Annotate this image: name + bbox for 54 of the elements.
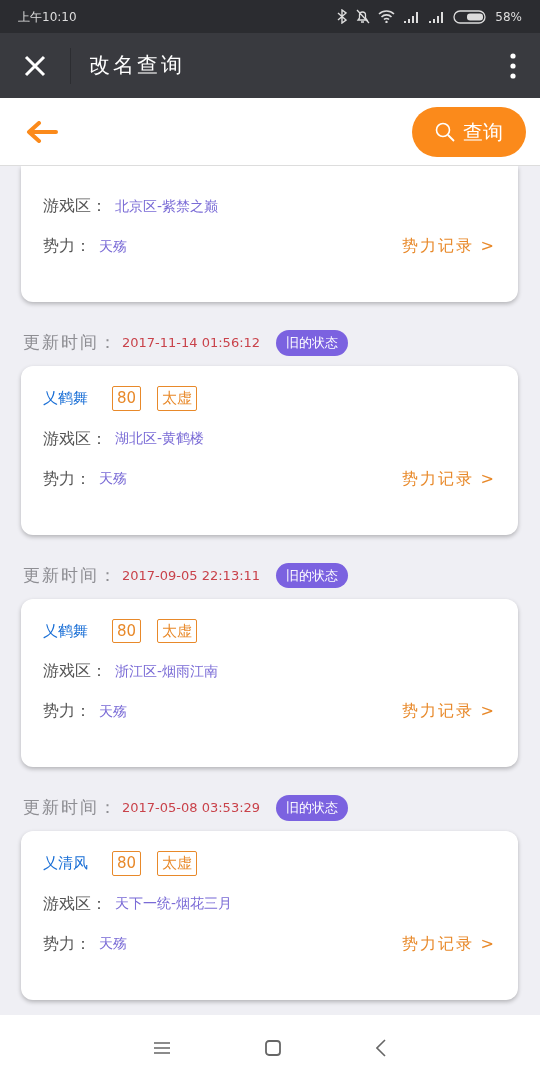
faction-value: 天殇	[99, 469, 127, 488]
update-time-label: 更新时间：	[23, 331, 118, 355]
search-icon	[435, 121, 455, 142]
faction-record-link[interactable]: 势力记录 >	[401, 699, 496, 723]
faction-label: 势力：	[43, 467, 91, 490]
faction-label: 势力：	[43, 932, 91, 955]
zone-label: 游戏区：	[43, 195, 107, 217]
window-title: 改名查询	[89, 51, 185, 79]
more-options-icon[interactable]	[510, 52, 516, 79]
status-badge: 旧的状态	[276, 562, 349, 589]
update-time: 2017-11-14 01:56:12	[122, 334, 261, 353]
battery-icon	[453, 9, 488, 24]
update-time-label: 更新时间：	[23, 563, 118, 587]
character-name: 乂鹤舞	[43, 620, 88, 642]
menu-icon[interactable]	[154, 1040, 170, 1055]
bluetooth-icon	[337, 9, 348, 24]
faction-label: 势力：	[43, 700, 91, 722]
status-time: 上午10:10	[18, 8, 77, 26]
wifi-icon	[378, 10, 396, 23]
faction-record-link[interactable]: 势力记录 >	[401, 234, 496, 258]
faction-record-link[interactable]: 势力记录 >	[401, 466, 496, 491]
zone-value: 湖北区-黄鹤楼	[115, 429, 205, 448]
home-square-icon[interactable]	[265, 1039, 281, 1056]
zone-value: 北京区-紫禁之巅	[115, 196, 219, 216]
zone-label: 游戏区：	[43, 660, 107, 682]
zone-label: 游戏区：	[43, 427, 107, 450]
faction-value: 天殇	[99, 934, 127, 953]
search-button[interactable]: 查询	[412, 106, 526, 157]
update-time: 2017-05-08 03:53:29	[122, 799, 261, 818]
school-tag: 太虚	[157, 851, 198, 876]
level-tag: 80	[112, 618, 142, 643]
level-tag: 80	[112, 851, 142, 876]
zone-value: 浙江区-烟雨江南	[115, 661, 219, 681]
zone-value: 天下一统-烟花三月	[115, 894, 233, 913]
update-time: 2017-09-05 22:13:11	[122, 566, 261, 585]
level-tag: 80	[112, 386, 142, 411]
back-icon[interactable]	[376, 1038, 386, 1057]
status-badge: 旧的状态	[276, 330, 349, 356]
school-tag: 太虚	[157, 618, 198, 643]
zone-label: 游戏区：	[43, 892, 107, 915]
signal-icon	[403, 10, 421, 23]
battery-percentage: 58%	[495, 8, 522, 26]
faction-label: 势力：	[43, 235, 91, 257]
bell-muted-icon	[355, 9, 371, 24]
character-name: 乂清风	[43, 853, 88, 874]
update-time-label: 更新时间：	[23, 796, 118, 820]
faction-value: 天殇	[99, 236, 127, 256]
character-name: 乂鹤舞	[43, 388, 88, 409]
school-tag: 太虚	[157, 386, 198, 411]
status-badge: 旧的状态	[276, 795, 349, 821]
faction-record-link[interactable]: 势力记录 >	[401, 931, 496, 956]
signal-icon	[428, 10, 446, 23]
faction-value: 天殇	[99, 701, 127, 721]
close-icon[interactable]	[24, 54, 46, 77]
